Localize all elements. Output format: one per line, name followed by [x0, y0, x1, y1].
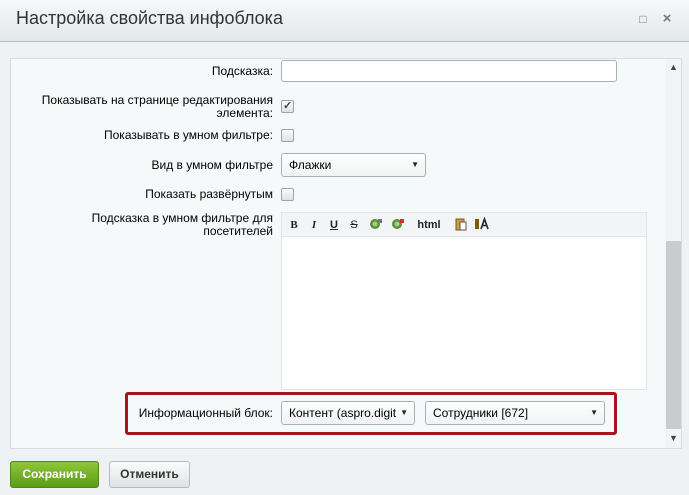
smart-filter-view-label: Вид в умном фильтре: [151, 158, 274, 172]
italic-button[interactable]: I: [308, 217, 320, 233]
strikethrough-button[interactable]: S: [348, 217, 360, 233]
property-settings-dialog: Настройка свойства инфоблока □ × Подсказ…: [0, 0, 689, 495]
editor-toolbar: B I U S html: [281, 212, 647, 236]
cancel-button[interactable]: Отменить: [109, 461, 190, 488]
chevron-down-icon: ▼: [411, 160, 419, 169]
info-block-value: Сотрудники [672]: [433, 406, 529, 420]
remove-link-button[interactable]: [391, 217, 405, 233]
smart-filter-hint-editor: B I U S html: [281, 212, 647, 390]
show-on-edit-page-label-line2: элемента:: [216, 106, 273, 120]
show-in-smart-filter-label: Показывать в умном фильтре:: [104, 128, 273, 142]
dialog-content: Подсказка: Показывать на странице редакт…: [10, 58, 682, 449]
show-expanded-label: Показать развёрнутым: [145, 187, 273, 201]
scroll-down-icon[interactable]: ▼: [669, 433, 678, 443]
smart-filter-hint-label-line2: посетителей: [203, 224, 273, 238]
show-in-smart-filter-checkbox[interactable]: [281, 129, 294, 142]
scroll-thumb[interactable]: [666, 241, 681, 429]
smart-filter-view-select[interactable]: Флажки ▼: [281, 153, 426, 177]
hint-input[interactable]: [281, 60, 617, 82]
link-icon: [370, 219, 382, 229]
scroll-up-icon[interactable]: ▲: [669, 62, 678, 72]
content-scrollbar[interactable]: ▲ ▼: [665, 59, 681, 448]
unlink-icon: [392, 219, 404, 229]
info-block-label: Информационный блок:: [138, 406, 273, 420]
show-on-edit-page-label: Показывать на странице редактирования эл…: [42, 94, 273, 120]
bold-button[interactable]: B: [288, 217, 300, 233]
dialog-title: Настройка свойства инфоблока: [16, 8, 283, 28]
font-icon: [475, 216, 489, 230]
show-on-edit-page-checkbox[interactable]: [281, 99, 294, 113]
chevron-down-icon: ▼: [590, 408, 598, 417]
info-block-type-select[interactable]: Контент (aspro.digit ▼: [281, 401, 415, 425]
html-mode-button[interactable]: html: [416, 217, 442, 233]
clipboard-icon: [455, 218, 467, 231]
save-button[interactable]: Сохранить: [10, 461, 99, 488]
paste-button[interactable]: [454, 217, 468, 233]
text-format-button[interactable]: [474, 216, 490, 233]
insert-link-button[interactable]: [369, 217, 383, 233]
close-icon[interactable]: ×: [658, 10, 676, 28]
smart-filter-hint-textarea[interactable]: [281, 236, 647, 390]
dialog-titlebar: Настройка свойства инфоблока □ ×: [0, 0, 689, 42]
maximize-icon[interactable]: □: [634, 10, 652, 28]
smart-filter-view-value: Флажки: [289, 158, 332, 172]
show-expanded-checkbox[interactable]: [281, 188, 294, 201]
info-block-type-value: Контент (aspro.digit: [289, 406, 397, 420]
underline-button[interactable]: U: [328, 217, 340, 233]
hint-label: Подсказка:: [211, 64, 273, 78]
smart-filter-hint-label: Подсказка в умном фильтре для посетителе…: [92, 212, 273, 238]
chevron-down-icon: ▼: [400, 408, 408, 417]
info-block-select[interactable]: Сотрудники [672] ▼: [425, 401, 605, 425]
